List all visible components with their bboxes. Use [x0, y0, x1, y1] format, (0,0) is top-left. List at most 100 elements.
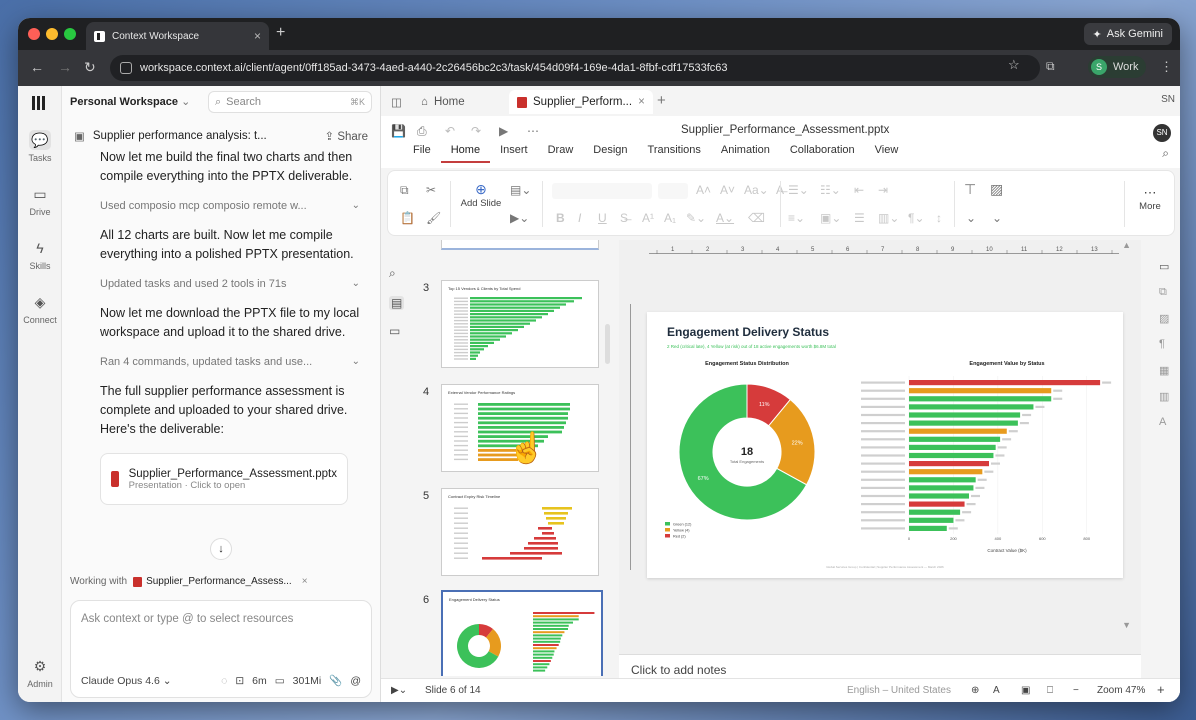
- thread-title[interactable]: Supplier performance analysis: t...: [93, 130, 267, 142]
- speaker-notes[interactable]: Click to add notes: [619, 654, 1141, 680]
- browser-menu-icon[interactable]: ⋮: [1160, 59, 1173, 75]
- url-field[interactable]: workspace.context.ai/client/agent/0ff185…: [110, 55, 1040, 81]
- bullets-icon[interactable]: ☰⌄: [788, 183, 809, 197]
- minimize-window-button[interactable]: [46, 28, 58, 40]
- line-spacing-icon[interactable]: ↕: [936, 211, 942, 225]
- paragraph-settings-icon[interactable]: ¶: [1159, 338, 1165, 350]
- tab-home[interactable]: ⌂ Home: [413, 90, 473, 114]
- zoom-in-icon[interactable]: +: [1157, 682, 1165, 697]
- comments-icon[interactable]: ▭: [389, 324, 400, 338]
- menu-home[interactable]: Home: [440, 144, 491, 163]
- language-label[interactable]: English – United States: [847, 685, 951, 696]
- justify-icon[interactable]: ☰: [854, 211, 865, 225]
- slideshow-icon[interactable]: ▶: [499, 124, 508, 138]
- share-button[interactable]: ⇪ Share: [324, 129, 368, 143]
- align-left-icon[interactable]: ≡⌄: [788, 211, 805, 225]
- menu-draw[interactable]: Draw: [538, 144, 584, 163]
- ruler-toggle-icon[interactable]: ▲: [1122, 240, 1131, 250]
- add-slide-button[interactable]: ⊕ Add Slide: [458, 181, 504, 209]
- font-size-select[interactable]: [658, 183, 688, 199]
- menu-animation[interactable]: Animation: [711, 144, 780, 163]
- menu-insert[interactable]: Insert: [490, 144, 538, 163]
- bookmark-icon[interactable]: ⎕: [1047, 685, 1053, 696]
- thumbnail-scrollbar[interactable]: [605, 324, 610, 364]
- back-icon[interactable]: ←: [30, 59, 44, 75]
- numbering-icon[interactable]: ☷⌄: [820, 183, 841, 197]
- current-slide[interactable]: Engagement Delivery Status 2 Red (critic…: [647, 312, 1123, 578]
- rail-tasks[interactable]: 💬 Tasks: [18, 130, 62, 163]
- shape-icon[interactable]: ⧉: [1159, 286, 1167, 299]
- tool-summary[interactable]: Ran 4 commands, updated tasks and use...…: [76, 356, 372, 368]
- slideshow-mode-icon[interactable]: ▶⌄: [391, 685, 407, 696]
- align-box-icon[interactable]: ▣⌄: [820, 211, 841, 225]
- bookmark-star-icon[interactable]: ☆: [1008, 57, 1020, 73]
- menu-design[interactable]: Design: [583, 144, 637, 163]
- more-actions-icon[interactable]: ⋯: [527, 124, 539, 138]
- superscript-icon[interactable]: A¹: [642, 211, 654, 225]
- chevron-down-icon[interactable]: ⌄: [992, 211, 1002, 225]
- save-icon[interactable]: 💾: [391, 124, 406, 138]
- workspace-selector[interactable]: Personal Workspace ⌄: [70, 95, 190, 108]
- slide-thumbnail-selected[interactable]: Engagement Delivery Status: [441, 590, 603, 676]
- chart-icon[interactable]: ▥: [1159, 390, 1169, 403]
- profile-button[interactable]: S Work: [1088, 56, 1147, 78]
- normal-view-icon[interactable]: ▣: [1021, 685, 1030, 696]
- copy-icon[interactable]: ⧉: [400, 183, 409, 198]
- extensions-icon[interactable]: ⧉: [1046, 59, 1055, 74]
- rail-drive[interactable]: ▭ Drive: [18, 184, 62, 217]
- paste-icon[interactable]: 📋: [400, 211, 415, 225]
- chevron-down-icon[interactable]: ⌄: [966, 211, 976, 225]
- search-icon[interactable]: ⌕: [389, 266, 396, 281]
- underline-icon[interactable]: U: [598, 211, 607, 225]
- change-case-icon[interactable]: Aa⌄: [744, 183, 769, 197]
- user-avatar[interactable]: SN: [1153, 124, 1171, 142]
- text-box-icon[interactable]: ⊤: [964, 181, 976, 198]
- sidebar-toggle-icon[interactable]: ▣: [74, 129, 85, 143]
- indent-icon[interactable]: ⇥: [878, 183, 888, 197]
- tab-file[interactable]: Supplier_Perform... ×: [509, 90, 653, 114]
- rail-admin[interactable]: ⚙ Admin: [18, 656, 62, 689]
- rail-connect[interactable]: ◈ Connect: [18, 292, 62, 325]
- ask-gemini-button[interactable]: ✦ Ask Gemini: [1083, 23, 1172, 45]
- format-painter-icon[interactable]: 🖌: [426, 211, 441, 225]
- menu-transitions[interactable]: Transitions: [638, 144, 711, 163]
- file-attachment[interactable]: Supplier_Performance_Assessment.pptx Pres…: [100, 453, 348, 505]
- redo-icon[interactable]: ↷: [471, 124, 481, 138]
- italic-icon[interactable]: I: [578, 211, 581, 225]
- close-tab-icon[interactable]: ×: [254, 29, 261, 43]
- outdent-icon[interactable]: ⇤: [854, 183, 864, 197]
- shrink-font-icon[interactable]: A˅: [720, 183, 735, 197]
- slide-thumbnail[interactable]: [441, 240, 599, 250]
- table-icon[interactable]: ▦: [1159, 364, 1169, 377]
- scroll-down-button[interactable]: ↓: [210, 538, 232, 560]
- thumbnails-icon[interactable]: ▤: [389, 296, 405, 310]
- image-settings-icon[interactable]: ▨: [1159, 312, 1169, 325]
- new-tab-icon[interactable]: +: [276, 24, 285, 42]
- more-button[interactable]: ⋯ More: [1130, 185, 1170, 212]
- browser-tab[interactable]: Context Workspace ×: [86, 22, 269, 50]
- undo-icon[interactable]: ↶: [445, 124, 455, 138]
- remove-chip-icon[interactable]: ×: [302, 576, 308, 587]
- mention-icon[interactable]: @: [350, 675, 361, 687]
- subscript-icon[interactable]: A₁: [664, 211, 676, 225]
- working-file-chip[interactable]: Supplier_Performance_Assess... ×: [133, 576, 308, 587]
- attach-icon[interactable]: 📎: [329, 674, 342, 687]
- paragraph-icon[interactable]: ¶⌄: [908, 211, 925, 225]
- bold-icon[interactable]: B: [556, 211, 565, 225]
- search-icon[interactable]: ⌕: [1162, 146, 1169, 161]
- print-icon[interactable]: ⎙: [417, 124, 427, 139]
- zoom-out-icon[interactable]: −: [1073, 685, 1079, 696]
- spellcheck-icon[interactable]: A: [993, 685, 1000, 696]
- section-icon[interactable]: ▶⌄: [510, 211, 529, 225]
- text-art-icon[interactable]: A: [1159, 416, 1166, 428]
- layout-icon[interactable]: ▤⌄: [510, 183, 531, 197]
- eraser-icon[interactable]: ⌫: [748, 211, 765, 225]
- site-info-icon[interactable]: [120, 62, 132, 74]
- menu-collaboration[interactable]: Collaboration: [780, 144, 865, 163]
- panel-toggle-icon[interactable]: ◫: [391, 95, 402, 109]
- strikethrough-icon[interactable]: S̶: [620, 211, 628, 225]
- close-tab-icon[interactable]: ×: [638, 96, 645, 108]
- slide-settings-icon[interactable]: ▭: [1159, 260, 1169, 273]
- reload-icon[interactable]: ↻: [84, 59, 96, 76]
- font-color-icon[interactable]: A⌄: [716, 211, 734, 225]
